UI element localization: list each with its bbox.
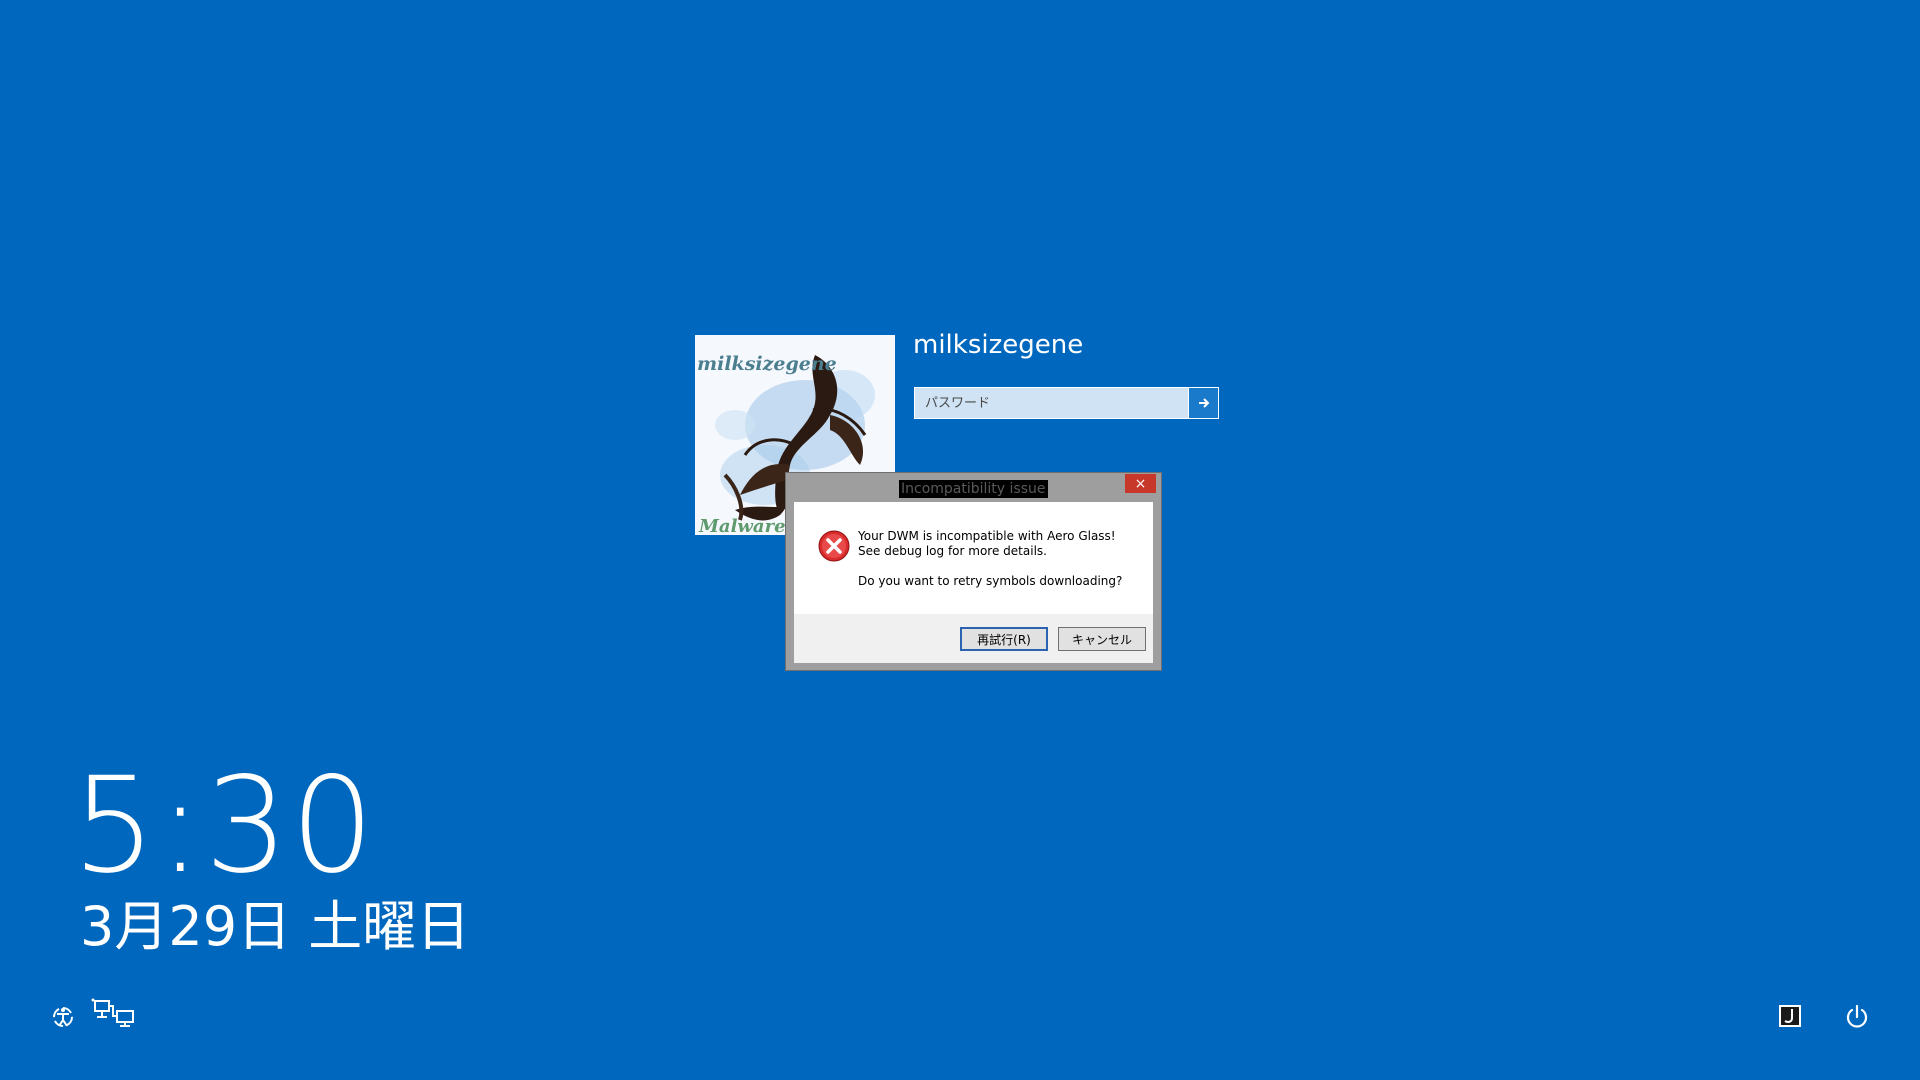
dialog-titlebar[interactable]: Incompatibility issue × xyxy=(786,473,1161,502)
ime-button[interactable] xyxy=(1777,1003,1803,1029)
dialog-close-button[interactable]: × xyxy=(1125,474,1156,493)
clock-date: 3月29日 土曜日 xyxy=(80,895,471,958)
arrow-right-icon xyxy=(1198,398,1209,408)
lock-screen: milksizegene Malware milksizegene Incomp… xyxy=(0,0,1920,1080)
avatar-text-bottom: Malware xyxy=(698,516,786,535)
password-input[interactable] xyxy=(915,388,1188,418)
submit-button[interactable] xyxy=(1188,388,1218,418)
dialog-title: Incompatibility issue xyxy=(899,480,1048,498)
user-name: milksizegene xyxy=(913,330,1084,360)
clock-time: 5:30 xyxy=(72,749,377,903)
avatar-text-top: milksizegene xyxy=(697,353,837,375)
error-icon xyxy=(818,530,850,562)
network-icon xyxy=(91,998,134,1027)
power-button[interactable] xyxy=(1842,1002,1872,1032)
ease-of-access-button[interactable] xyxy=(48,1002,78,1032)
ime-icon xyxy=(1779,1005,1801,1027)
dialog-message: Your DWM is incompatible with Aero Glass… xyxy=(858,529,1122,589)
password-box xyxy=(914,387,1219,419)
cancel-button[interactable]: キャンセル xyxy=(1058,627,1146,651)
network-button[interactable] xyxy=(90,996,140,1030)
incompatibility-dialog: Incompatibility issue × Your DWM is inco… xyxy=(785,472,1162,671)
ease-of-access-icon xyxy=(53,1007,73,1027)
dialog-body: Your DWM is incompatible with Aero Glass… xyxy=(794,502,1153,614)
power-icon xyxy=(1846,1004,1868,1028)
dialog-footer: 再試行(R) キャンセル xyxy=(794,614,1153,663)
close-icon: × xyxy=(1134,475,1147,492)
retry-button[interactable]: 再試行(R) xyxy=(960,627,1048,651)
message-question: Do you want to retry symbols downloading… xyxy=(858,574,1123,588)
message-line-1: Your DWM is incompatible with Aero Glass… xyxy=(858,529,1116,543)
message-line-2: See debug log for more details. xyxy=(858,544,1047,558)
